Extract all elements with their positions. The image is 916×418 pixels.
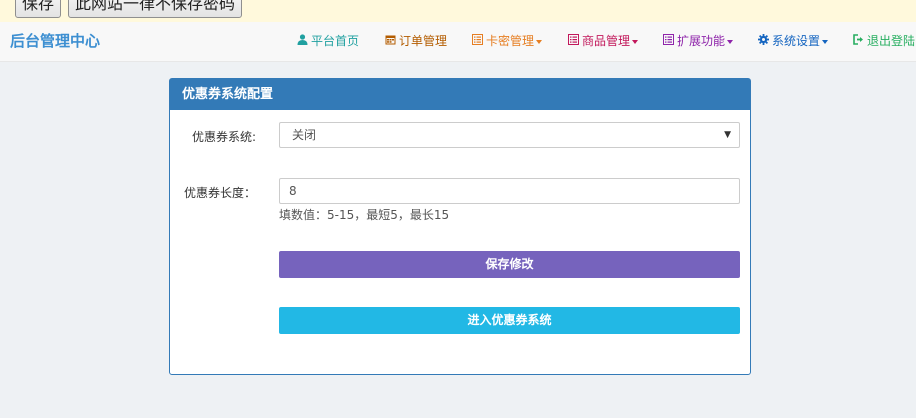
gear-icon <box>758 22 769 61</box>
nav-orders[interactable]: 订单管理 <box>385 22 447 61</box>
nav-extensions-label: 扩展功能 <box>677 34 726 48</box>
logout-icon <box>853 22 864 61</box>
top-navbar: 后台管理中心 平台首页 订单管理 卡密管理 商品管理 扩展功能 系统设置 退出登… <box>0 22 916 62</box>
panel-title: 优惠券系统配置 <box>170 79 750 110</box>
coupon-config-panel: 优惠券系统配置 优惠券系统: 关闭 ▼ 优惠券长度： 填数值：5-15，最短5，… <box>169 78 751 375</box>
coupon-length-help: 填数值：5-15，最短5，最长15 <box>279 208 450 222</box>
list-icon <box>472 22 483 61</box>
nav-cards[interactable]: 卡密管理 <box>472 22 543 61</box>
chevron-down-icon <box>727 39 734 44</box>
never-save-password-button[interactable]: 此网站一律不保存密码 <box>68 0 243 18</box>
coupon-system-select[interactable]: 关闭 ▼ <box>279 122 740 148</box>
chevron-down-icon: ▼ <box>724 130 731 140</box>
coupon-system-label: 优惠券系统: <box>191 130 256 144</box>
nav-products[interactable]: 商品管理 <box>568 22 639 61</box>
chevron-down-icon <box>632 39 639 44</box>
chevron-down-icon <box>822 39 829 44</box>
coupon-system-value: 关闭 <box>292 128 317 142</box>
list-alt-icon <box>663 22 674 61</box>
save-password-button[interactable]: 保存 <box>15 0 62 18</box>
nav-home-label: 平台首页 <box>311 34 360 48</box>
nav-extensions[interactable]: 扩展功能 <box>663 22 734 61</box>
list-alt-icon <box>568 22 579 61</box>
nav-home[interactable]: 平台首页 <box>297 22 359 61</box>
coupon-length-label: 优惠券长度： <box>183 186 256 200</box>
password-save-bar: 保存 此网站一律不保存密码 <box>0 0 916 23</box>
nav-settings[interactable]: 系统设置 <box>758 22 829 61</box>
nav-orders-label: 订单管理 <box>399 34 448 48</box>
nav-cards-label: 卡密管理 <box>486 34 535 48</box>
brand-title[interactable]: 后台管理中心 <box>10 22 100 61</box>
save-button[interactable]: 保存修改 <box>279 251 740 278</box>
nav-logout-label: 退出登陆 <box>867 34 916 48</box>
chevron-down-icon <box>536 39 543 44</box>
coupon-length-input[interactable] <box>279 178 740 204</box>
enter-coupon-system-button[interactable]: 进入优惠券系统 <box>279 307 740 334</box>
calendar-icon <box>385 22 396 61</box>
user-icon <box>297 22 308 61</box>
nav-products-label: 商品管理 <box>582 34 631 48</box>
nav-settings-label: 系统设置 <box>772 34 821 48</box>
nav-logout[interactable]: 退出登陆 <box>853 22 915 61</box>
